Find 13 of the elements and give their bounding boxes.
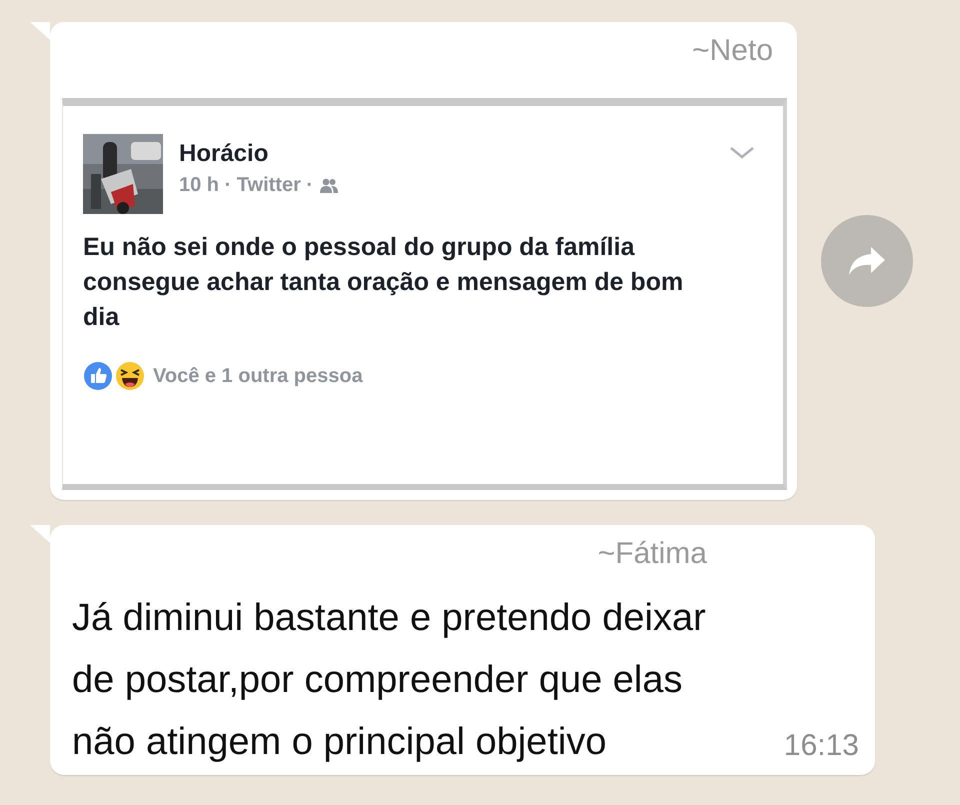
like-icon [83,361,113,391]
friends-icon [319,178,340,194]
post-meta: 10 h · Twitter · [179,174,314,197]
message-text: Já diminui bastante e pretendo deixar de postar,por compreender que elas não atingem o principal objetivo [72,596,707,765]
sender-name: ~Neto [692,34,773,67]
post-text: Eu não sei onde o pessoal do grupo da família consegue achar tanta oração e mensagem de bom dia [83,232,684,333]
laughing-emoji-icon [115,361,145,391]
chevron-down-icon[interactable] [729,146,755,160]
forward-icon [847,245,887,277]
post-author: Horácio [179,140,270,168]
message-time: 16:13 [784,729,859,763]
reactions-text: Você e 1 outra pessoa [153,364,363,388]
sender-name: ~Fátima [598,537,707,570]
